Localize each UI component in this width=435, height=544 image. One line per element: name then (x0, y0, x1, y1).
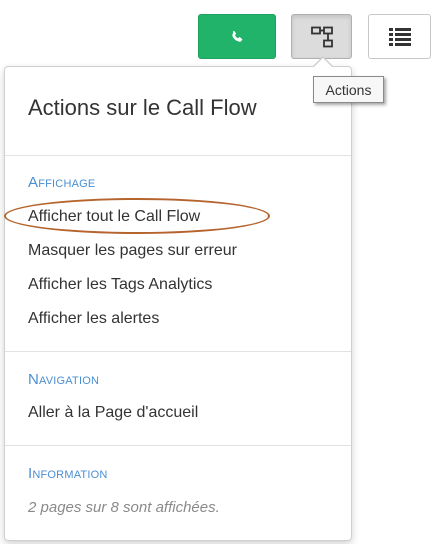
call-flow-actions-button[interactable] (291, 14, 352, 59)
divider (5, 155, 351, 156)
actions-tooltip: Actions (313, 76, 384, 103)
menu-item-go-to-home-page[interactable]: Aller à la Page d'accueil (28, 404, 198, 422)
pages-displayed-info: 2 pages sur 8 sont affichées. (28, 499, 220, 516)
menu-item-show-all-call-flow[interactable]: Afficher tout le Call Flow (28, 208, 200, 226)
menu-item-hide-error-pages[interactable]: Masquer les pages sur erreur (28, 242, 237, 260)
actions-dropdown-panel: Actions sur le Call Flow Affichage Affic… (4, 66, 352, 541)
panel-pointer-arrow-inner (314, 58, 332, 67)
list-view-button[interactable] (368, 14, 431, 59)
section-header-navigation: Navigation (28, 371, 100, 388)
section-header-affichage: Affichage (28, 174, 96, 191)
list-icon (388, 27, 411, 46)
flowchart-icon (310, 26, 333, 47)
divider (5, 351, 351, 352)
menu-item-show-analytics-tags[interactable]: Afficher les Tags Analytics (28, 276, 212, 294)
phone-icon (232, 30, 243, 42)
phone-button[interactable] (198, 14, 276, 59)
menu-item-show-alerts[interactable]: Afficher les alertes (28, 310, 159, 328)
section-header-information: Information (28, 465, 108, 482)
panel-title: Actions sur le Call Flow (28, 95, 257, 120)
divider (5, 445, 351, 446)
page: Actions sur le Call Flow Affichage Affic… (0, 0, 435, 544)
